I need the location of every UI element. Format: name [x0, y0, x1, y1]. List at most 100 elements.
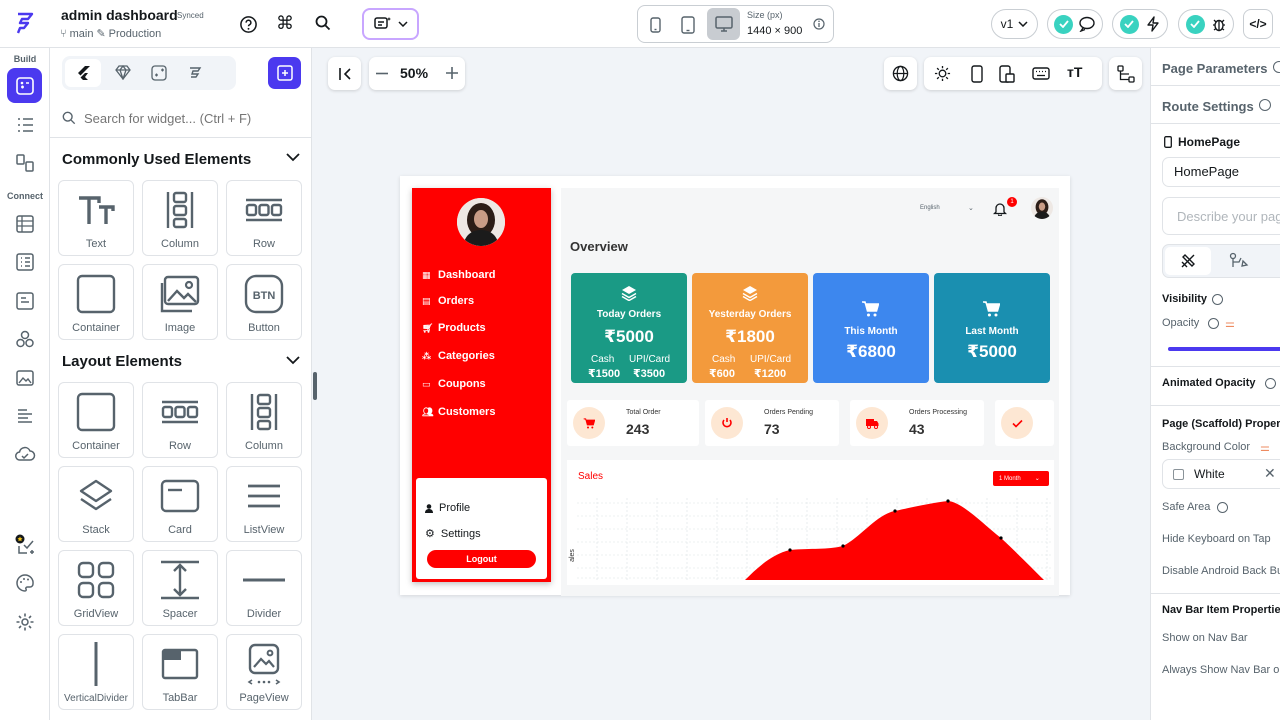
- overview-card[interactable]: Today Orders ₹5000 Cash UPI/Card ₹1500 ₹3500: [571, 273, 687, 383]
- custom-widget-icon[interactable]: [151, 65, 167, 81]
- text-scale-icon[interactable]: тT: [1067, 64, 1082, 80]
- widget-tree-toggle-icon[interactable]: [1109, 57, 1142, 90]
- info-icon[interactable]: [1259, 99, 1271, 111]
- info-icon[interactable]: [1212, 294, 1223, 305]
- widget-tile-spacer[interactable]: Spacer: [142, 550, 218, 626]
- widget-tile-divider[interactable]: Divider: [226, 550, 302, 626]
- sidebar-menu-item[interactable]: ⁂ Categories: [422, 350, 495, 362]
- ai-gen-button[interactable]: [362, 8, 419, 40]
- tablet-icon[interactable]: [681, 16, 695, 34]
- notification-bell-icon[interactable]: [993, 201, 1007, 216]
- responsive-icon[interactable]: [999, 65, 1015, 83]
- zoom-out-icon[interactable]: [376, 72, 388, 75]
- flutterflow-logo-icon[interactable]: [13, 10, 37, 36]
- logout-button[interactable]: Logout: [427, 550, 536, 568]
- gem-icon[interactable]: [115, 65, 131, 80]
- settings-item[interactable]: ⚙ Settings: [425, 527, 481, 541]
- overview-card[interactable]: This Month ₹6800: [813, 273, 929, 383]
- route-settings-title[interactable]: Route Settings: [1162, 99, 1254, 114]
- widget-tile-row[interactable]: Row: [226, 180, 302, 256]
- widget-tile-text[interactable]: Text: [58, 180, 134, 256]
- order-stat-card[interactable]: Orders Pending 73: [705, 400, 839, 446]
- widget-palette-icon[interactable]: [7, 68, 42, 103]
- project-title[interactable]: admin dashboard: [61, 7, 178, 23]
- info-icon[interactable]: [1273, 61, 1280, 73]
- page-name-field[interactable]: HomePage: [1162, 157, 1280, 187]
- panel-resize-handle[interactable]: [313, 372, 317, 400]
- media-icon[interactable]: [12, 365, 38, 391]
- widget-tile-stack[interactable]: Stack: [58, 466, 134, 542]
- widget-tile-gridview[interactable]: GridView: [58, 550, 134, 626]
- info-icon[interactable]: [1265, 378, 1276, 389]
- phone-icon[interactable]: [650, 17, 661, 33]
- widget-tile-column[interactable]: Column: [142, 180, 218, 256]
- version-selector[interactable]: v1: [991, 9, 1038, 39]
- sidebar-menu-item[interactable]: ▭ Coupons: [422, 378, 486, 390]
- branch-info[interactable]: ⑂ main ✎ Production: [60, 27, 161, 41]
- keyboard-icon[interactable]: [1032, 67, 1050, 80]
- storyboard-icon[interactable]: [12, 150, 38, 176]
- integrations-icon[interactable]: [12, 326, 38, 352]
- sales-period-dropdown[interactable]: 1 Month ⌄: [993, 471, 1049, 486]
- chevron-down-icon[interactable]: [286, 356, 300, 365]
- order-stat-card[interactable]: Total Order 243: [567, 400, 699, 446]
- firestore-icon[interactable]: [12, 211, 38, 237]
- variable-binding-icon[interactable]: ⚌: [1225, 317, 1235, 330]
- page-parameters-title[interactable]: Page Parameters: [1162, 61, 1268, 76]
- page-preview[interactable]: ▦ Dashboard ▤ Orders 🛒︎ Products ⁂ Categories ▭ C…: [400, 176, 1070, 596]
- sidebar-menu-item[interactable]: ▤ Orders: [422, 295, 474, 307]
- widget-tree-icon[interactable]: [12, 112, 38, 138]
- actions-tab-icon[interactable]: [1229, 252, 1249, 270]
- chevron-down-icon[interactable]: [286, 153, 300, 162]
- widget-tile-container[interactable]: Container: [58, 382, 134, 458]
- background-color-picker[interactable]: White ✕: [1162, 459, 1280, 489]
- sidebar-menu-item[interactable]: ▦ Dashboard: [422, 269, 495, 281]
- widget-tile-image[interactable]: Image: [142, 264, 218, 340]
- comments-button[interactable]: [1047, 9, 1103, 39]
- info-icon[interactable]: [1217, 502, 1228, 513]
- info-icon[interactable]: [813, 18, 825, 30]
- widget-tile-button[interactable]: BTN Button: [226, 264, 302, 340]
- globe-icon[interactable]: [884, 57, 917, 90]
- page-description-field[interactable]: Describe your page: [1162, 197, 1280, 235]
- app-state-icon[interactable]: [12, 249, 38, 275]
- library-icon[interactable]: [187, 65, 203, 81]
- media-assets-icon[interactable]: [12, 288, 38, 314]
- opacity-slider[interactable]: [1168, 347, 1280, 351]
- order-stat-card[interactable]: Orders Processing 43: [850, 400, 984, 446]
- code-view-icon[interactable]: </>: [1243, 9, 1273, 39]
- widget-tile-verticaldivider[interactable]: VerticalDivider: [58, 634, 134, 710]
- chevron-down-icon[interactable]: ⌄: [968, 204, 974, 212]
- test-icon[interactable]: [13, 532, 39, 558]
- widget-tile-pageview[interactable]: PageView: [226, 634, 302, 710]
- widget-tile-container[interactable]: Container: [58, 264, 134, 340]
- phone-frame-icon[interactable]: [971, 65, 983, 83]
- widget-tile-column[interactable]: Column: [226, 382, 302, 458]
- profile-item[interactable]: Profile: [425, 502, 470, 514]
- collapse-panel-icon[interactable]: [328, 57, 361, 90]
- deploy-button[interactable]: [1112, 9, 1168, 39]
- desktop-icon[interactable]: [707, 8, 740, 40]
- cloud-functions-icon[interactable]: [12, 441, 38, 467]
- settings-gear-icon[interactable]: [12, 609, 38, 635]
- light-mode-icon[interactable]: [934, 65, 951, 82]
- command-icon[interactable]: ⌘: [276, 13, 294, 34]
- search-icon[interactable]: [315, 15, 331, 31]
- flutter-icon[interactable]: [65, 59, 101, 87]
- help-icon[interactable]: [239, 15, 258, 34]
- theme-icon[interactable]: [12, 570, 38, 596]
- sidebar-menu-item[interactable]: 👥︎ Customers: [422, 406, 495, 418]
- clear-icon[interactable]: ✕: [1264, 465, 1276, 482]
- widget-tile-listview[interactable]: ListView: [226, 466, 302, 542]
- add-widget-button[interactable]: [268, 57, 301, 89]
- variable-binding-icon[interactable]: ⚌: [1260, 441, 1270, 454]
- sidebar-menu-item[interactable]: 🛒︎ Products: [422, 322, 486, 334]
- language-selector[interactable]: English: [920, 205, 940, 211]
- zoom-in-icon[interactable]: [446, 67, 458, 79]
- overview-card[interactable]: Last Month ₹5000: [934, 273, 1050, 383]
- order-stat-card[interactable]: [995, 400, 1054, 446]
- widget-search-input[interactable]: [84, 106, 304, 130]
- overview-card[interactable]: Yesterday Orders ₹1800 Cash UPI/Card ₹600 ₹12…: [692, 273, 808, 383]
- widget-tile-tabbar[interactable]: TabBar: [142, 634, 218, 710]
- widget-tile-card[interactable]: Card: [142, 466, 218, 542]
